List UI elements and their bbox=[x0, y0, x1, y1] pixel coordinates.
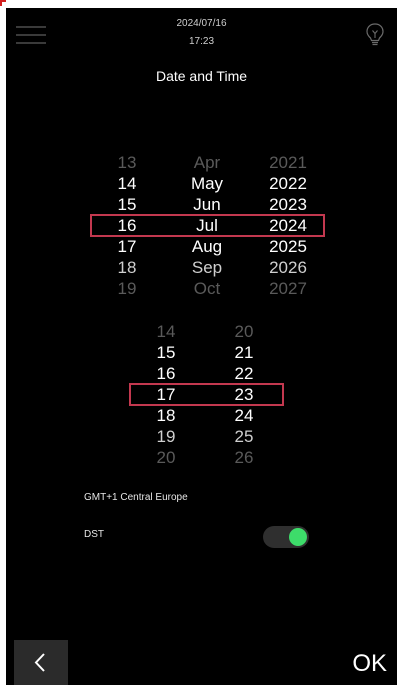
picker-value: 22 bbox=[234, 364, 254, 383]
back-button[interactable] bbox=[14, 640, 68, 685]
picker-value: 15 bbox=[117, 195, 137, 214]
time-selection-highlight bbox=[129, 383, 284, 406]
timezone-label[interactable]: GMT+1 Central Europe bbox=[84, 492, 188, 503]
picker-value: 2026 bbox=[269, 258, 307, 277]
picker-value: Jun bbox=[193, 195, 221, 214]
picker-value: 14 bbox=[117, 174, 137, 193]
status-time: 17:23 bbox=[188, 36, 215, 47]
top-border bbox=[0, 0, 403, 8]
picker-value: 18 bbox=[117, 258, 137, 277]
picker-value: 18 bbox=[156, 406, 176, 425]
page-title: Date and Time bbox=[155, 68, 248, 84]
picker-value: 20 bbox=[234, 322, 254, 341]
date-selection-highlight bbox=[90, 214, 325, 237]
chevron-left-icon bbox=[34, 653, 45, 672]
lightbulb-icon[interactable] bbox=[365, 22, 385, 48]
picker-value: 15 bbox=[156, 343, 176, 362]
corner-mark bbox=[0, 0, 6, 6]
picker-value: Aug bbox=[191, 237, 223, 256]
ok-button[interactable]: OK bbox=[352, 650, 387, 678]
device-screen: 2024/07/16 17:23 Date and Time 13 14 15 … bbox=[6, 8, 397, 685]
picker-value: 26 bbox=[234, 448, 254, 467]
picker-value: 20 bbox=[156, 448, 176, 467]
picker-value: 14 bbox=[156, 322, 176, 341]
picker-value: May bbox=[190, 174, 224, 193]
picker-value: 2022 bbox=[269, 174, 307, 193]
picker-value: 17 bbox=[117, 237, 137, 256]
picker-value: 2025 bbox=[269, 237, 307, 256]
dst-toggle[interactable] bbox=[263, 526, 309, 548]
picker-value: Oct bbox=[193, 279, 221, 298]
dst-label: DST bbox=[84, 529, 104, 540]
picker-value: Sep bbox=[191, 258, 223, 277]
picker-value: 13 bbox=[117, 153, 137, 172]
status-date: 2024/07/16 bbox=[176, 18, 227, 29]
picker-value: 2023 bbox=[269, 195, 307, 214]
picker-value: 16 bbox=[156, 364, 176, 383]
picker-value: Apr bbox=[193, 153, 221, 172]
picker-value: 21 bbox=[234, 343, 254, 362]
toggle-knob bbox=[289, 528, 307, 546]
picker-value: 25 bbox=[234, 427, 254, 446]
picker-value: 24 bbox=[234, 406, 254, 425]
picker-value: 19 bbox=[117, 279, 137, 298]
picker-value: 2027 bbox=[269, 279, 307, 298]
picker-value: 2021 bbox=[269, 153, 307, 172]
picker-value: 19 bbox=[156, 427, 176, 446]
